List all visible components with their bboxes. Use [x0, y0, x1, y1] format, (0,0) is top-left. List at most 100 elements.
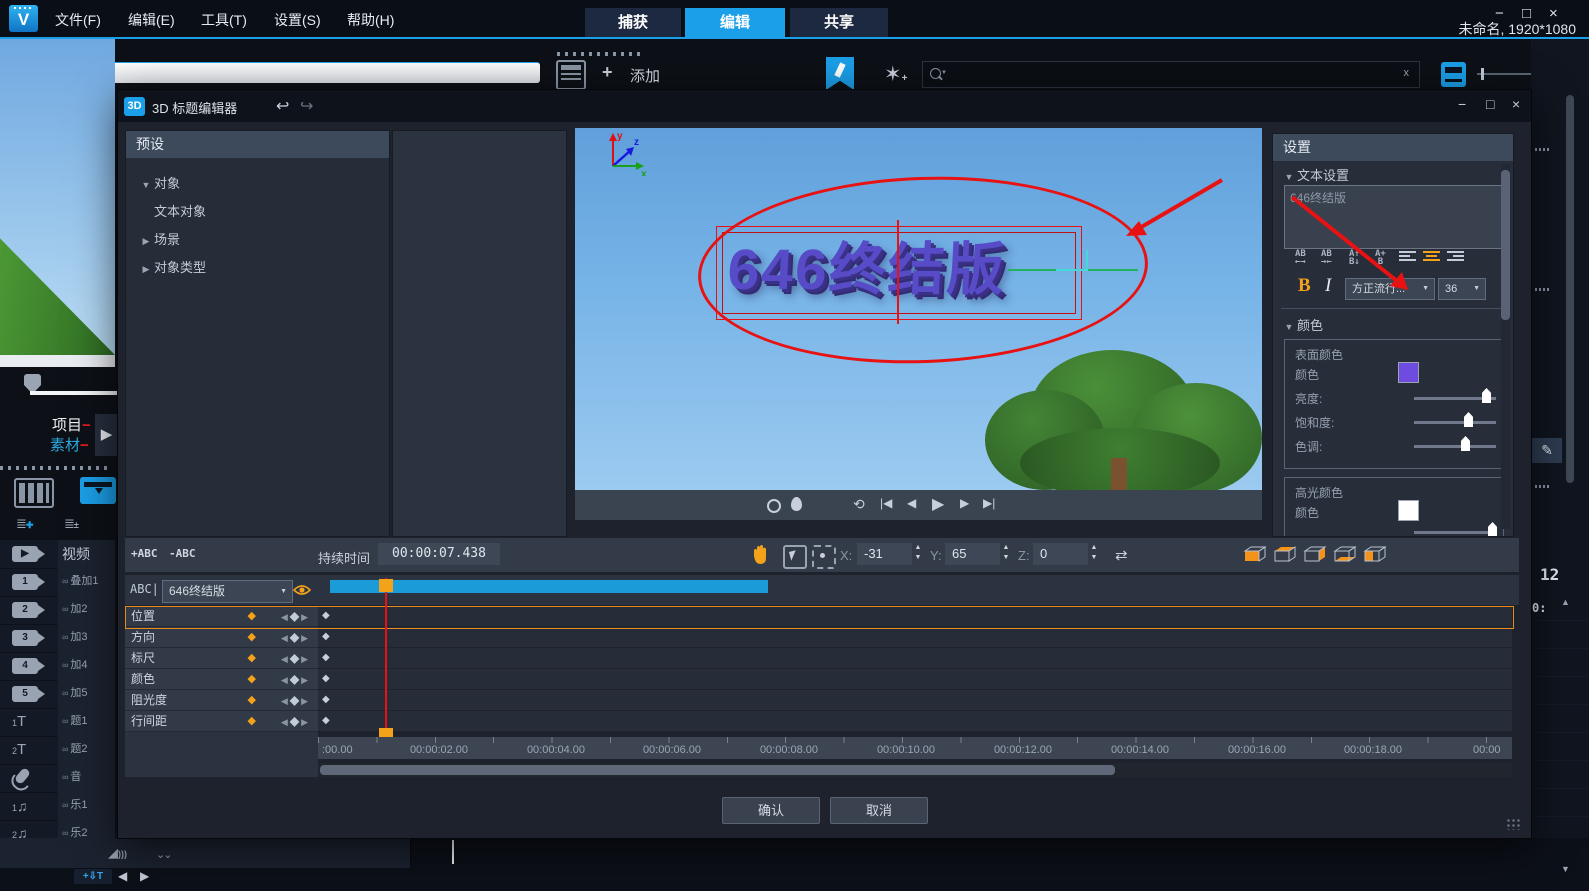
add-text-button[interactable]: +ABC	[131, 547, 158, 560]
line-spacing-icon[interactable]: A↑ B↓	[1349, 250, 1360, 267]
play-button[interactable]: ▶	[95, 414, 118, 456]
align-center-icon[interactable]	[1423, 249, 1440, 263]
pan-hand-icon[interactable]	[750, 544, 770, 566]
splitter-handle[interactable]	[1535, 485, 1549, 488]
z-value-field[interactable]: 0	[1033, 543, 1088, 565]
x-value-field[interactable]: -31	[857, 543, 912, 565]
collapse-chevrons-icon[interactable]: ⌄⌄	[156, 848, 173, 861]
focus-target-icon[interactable]	[812, 545, 836, 569]
prev-frame-icon[interactable]: ◀	[907, 496, 916, 510]
presets-content-panel[interactable]	[392, 130, 567, 537]
menu-tools[interactable]: 工具(T)	[201, 10, 247, 30]
cancel-button[interactable]: 取消	[830, 797, 928, 824]
lane-position[interactable]: ◆	[318, 606, 1512, 627]
track-manager-icon[interactable]: ≣✚	[16, 516, 33, 532]
track-overlay5-icon[interactable]: 5	[0, 680, 58, 709]
scroll-down-icon[interactable]: ▼	[1561, 864, 1570, 874]
scroll-left-icon[interactable]: ◀	[118, 869, 127, 883]
timeline-scrollbar-thumb[interactable]	[320, 765, 1115, 775]
panel-splitter-handle[interactable]	[0, 466, 112, 470]
menu-settings[interactable]: 设置(S)	[274, 10, 321, 30]
scroll-right-icon[interactable]: ▶	[140, 869, 149, 883]
display-mode-icon[interactable]	[1441, 62, 1466, 87]
y-stepper[interactable]: ▲ ▼	[998, 543, 1014, 565]
dialog-title-bar[interactable]: 3D 3D 标题编辑器 ↩ ↪ − □ ×	[118, 90, 1531, 122]
lane-direction[interactable]: ◆	[318, 627, 1512, 648]
speaker-icon[interactable]: ◢)))	[108, 845, 127, 861]
track-row-opacity[interactable]: 阻光度 ◆ ◀◆▶	[125, 690, 318, 711]
menu-help[interactable]: 帮助(H)	[347, 10, 394, 30]
splitter-handle[interactable]	[1535, 148, 1549, 151]
menu-file[interactable]: 文件(F)	[55, 10, 101, 30]
loop-icon[interactable]: ⟲	[853, 496, 865, 513]
surface-color-swatch[interactable]	[1398, 362, 1419, 383]
remove-text-button[interactable]: -ABC	[169, 547, 196, 560]
text-settings-section[interactable]: ▼ 文本设置	[1281, 165, 1349, 184]
player-preview-thumbnail[interactable]	[0, 39, 115, 355]
undo-icon[interactable]: ↩	[276, 96, 289, 116]
scrub-line[interactable]	[30, 391, 118, 395]
dialog-close-button[interactable]: ×	[1512, 96, 1520, 112]
saturation-slider[interactable]	[1414, 412, 1496, 427]
color-section[interactable]: ▼ 颜色	[1281, 315, 1323, 334]
project-mode-label[interactable]: 项目−	[52, 414, 91, 435]
lane-line-spacing[interactable]: ◆	[318, 711, 1512, 732]
edit-pencil-icon[interactable]: ✎	[1532, 438, 1562, 463]
zoom-slider[interactable]	[1566, 95, 1574, 483]
hue-slider[interactable]	[1414, 436, 1496, 451]
track-overlay2-icon[interactable]: 2	[0, 596, 58, 625]
playhead-line[interactable]	[385, 578, 387, 742]
align-left-icon[interactable]	[1399, 249, 1416, 263]
track-overlay1-icon[interactable]: 1	[0, 568, 58, 597]
tracking-wide-icon[interactable]: AB ←→	[1295, 250, 1306, 267]
track-overlay3-icon[interactable]: 3	[0, 624, 58, 653]
clip-duration-bar[interactable]	[330, 580, 768, 593]
add-remove-track-icon[interactable]: ≣±	[64, 516, 79, 532]
bold-button[interactable]: B	[1298, 275, 1311, 297]
track-row-color[interactable]: 颜色 ◆ ◀◆▶	[125, 669, 318, 690]
dialog-maximize-button[interactable]: □	[1486, 96, 1494, 112]
menu-edit[interactable]: 编辑(E)	[128, 10, 175, 30]
select-tool-icon[interactable]	[783, 545, 807, 569]
confirm-button[interactable]: 确认	[722, 797, 820, 824]
brightness-slider[interactable]	[1414, 388, 1496, 403]
duration-value[interactable]: 00:00:07.438	[378, 543, 500, 565]
track-title1-icon[interactable]: 1T	[0, 708, 58, 737]
favorite-star-icon[interactable]: ✶+	[884, 62, 907, 87]
go-end-icon[interactable]: ▶|	[983, 496, 995, 510]
track-voice-icon[interactable]	[0, 764, 58, 793]
cube-right-face-icon[interactable]	[1303, 546, 1327, 563]
track-row-scale[interactable]: 标尺 ◆ ◀◆▶	[125, 648, 318, 669]
italic-button[interactable]: I	[1325, 275, 1331, 297]
visibility-eye-icon[interactable]	[293, 584, 311, 596]
settings-scrollbar[interactable]	[1501, 164, 1510, 529]
lane-opacity[interactable]: ◆	[318, 690, 1512, 711]
z-stepper[interactable]: ▲ ▼	[1086, 543, 1102, 565]
tree-item-scene[interactable]: ▶ 场景	[126, 229, 401, 248]
splitter-handle[interactable]	[1535, 288, 1549, 291]
material-mode-label[interactable]: 素材−	[50, 434, 89, 455]
go-start-icon[interactable]: |◀	[880, 496, 892, 510]
track-music1-icon[interactable]: 1♫	[0, 792, 58, 821]
leading-icon[interactable]: A+ B	[1375, 250, 1386, 267]
next-frame-icon[interactable]: ▶	[960, 496, 969, 510]
add-media-button[interactable]: 添加	[630, 65, 660, 86]
search-clear-button[interactable]: x	[1404, 67, 1410, 79]
bookmark-flag-icon[interactable]	[826, 57, 854, 90]
tab-share[interactable]: 共享	[790, 8, 888, 37]
timeline-scrollbar[interactable]	[318, 763, 1512, 777]
track-overlay4-icon[interactable]: 4	[0, 652, 58, 681]
volume-slider-handle[interactable]	[1481, 68, 1484, 80]
font-size-select[interactable]: 36 ▼	[1438, 278, 1486, 300]
font-family-select[interactable]: 方正流行... ▼	[1345, 278, 1435, 300]
track-row-direction[interactable]: 方向 ◆ ◀◆▶	[125, 627, 318, 648]
redo-icon[interactable]: ↪	[300, 96, 313, 116]
y-value-field[interactable]: 65	[945, 543, 1000, 565]
tree-item-object[interactable]: ▼ 对象	[126, 173, 401, 192]
align-right-icon[interactable]	[1447, 249, 1464, 263]
scroll-up-icon[interactable]: ▲	[1561, 597, 1570, 607]
tracking-narrow-icon[interactable]: AB →←	[1321, 250, 1332, 267]
cube-top-face-icon[interactable]	[1273, 546, 1297, 563]
cube-left-face-icon[interactable]	[1363, 546, 1387, 563]
track-title2-icon[interactable]: 2T	[0, 736, 58, 765]
